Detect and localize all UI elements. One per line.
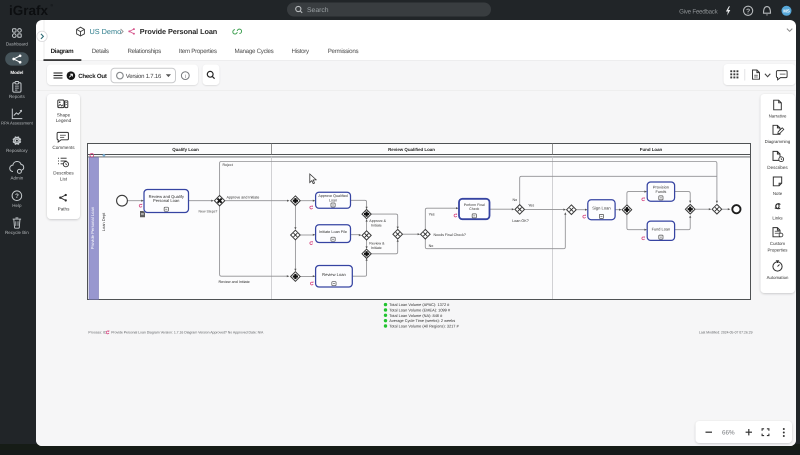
- svg-text:Review and Initiate: Review and Initiate: [219, 280, 250, 284]
- svg-text:Provide Personal Loan Diagram: Provide Personal Loan Diagram Version: 1…: [111, 331, 264, 335]
- svg-text:Last Modified: 2024-05-07 07:2: Last Modified: 2024-05-07 07:26:29: [699, 330, 753, 334]
- svg-text:Reports: Reports: [9, 94, 26, 99]
- svg-text:Total Loan Volume (NA): 846 #: Total Loan Volume (NA): 846 #: [389, 313, 443, 318]
- svg-text:Give Feedback: Give Feedback: [679, 8, 719, 15]
- svg-text:Sign Loan: Sign Loan: [592, 205, 611, 210]
- svg-text:Search: Search: [307, 7, 329, 14]
- svg-text:Approve Qualified: Approve Qualified: [318, 194, 347, 198]
- svg-text:Fund Loan: Fund Loan: [652, 226, 671, 231]
- svg-text:Links: Links: [772, 216, 783, 221]
- svg-text:Perform Final: Perform Final: [464, 203, 485, 207]
- svg-text:RPA Assessment: RPA Assessment: [1, 121, 34, 126]
- svg-text:Describes: Describes: [767, 165, 788, 170]
- svg-text:Properties: Properties: [767, 248, 788, 253]
- svg-text:Manage Cycles: Manage Cycles: [234, 48, 273, 55]
- svg-text:®: ®: [51, 4, 54, 8]
- svg-text:Qualify Loan: Qualify Loan: [172, 147, 199, 152]
- svg-text:No: No: [513, 198, 518, 202]
- svg-text:Total Loan Volume (EMEA): 1099: Total Loan Volume (EMEA): 1099 #: [389, 307, 451, 312]
- svg-text:Item Properties: Item Properties: [179, 48, 217, 55]
- svg-text:Legend: Legend: [56, 118, 72, 123]
- svg-text:Total Loan Volume (APAC): 1372: Total Loan Volume (APAC): 1372 #: [389, 302, 450, 307]
- svg-text:Narrative: Narrative: [769, 113, 787, 118]
- svg-text:New Steps?: New Steps?: [199, 209, 218, 213]
- svg-text:No: No: [429, 244, 434, 248]
- svg-text:List: List: [60, 177, 68, 182]
- svg-text:Help: Help: [12, 203, 22, 208]
- svg-text:?: ?: [746, 8, 750, 15]
- svg-text:i: i: [185, 73, 186, 80]
- svg-text:Review &: Review &: [369, 241, 385, 245]
- svg-text:Paths: Paths: [58, 206, 70, 211]
- svg-text:Personal Loan: Personal Loan: [153, 198, 180, 203]
- svg-text:Review Qualified Loan: Review Qualified Loan: [388, 147, 435, 152]
- svg-text:Initiate: Initiate: [371, 246, 382, 250]
- svg-text:Fund Loan: Fund Loan: [640, 147, 663, 152]
- svg-text:Relationships: Relationships: [127, 48, 161, 55]
- svg-text:Note: Note: [773, 191, 783, 196]
- svg-text:History: History: [292, 48, 310, 55]
- svg-text:?: ?: [15, 193, 19, 200]
- svg-text:Initiate: Initiate: [371, 223, 382, 227]
- svg-text:Average Cycle Time (weeks): 2: Average Cycle Time (weeks): 2 weeks: [389, 318, 455, 323]
- svg-text:Permissions: Permissions: [328, 48, 359, 55]
- svg-text:Version 1.7.16: Version 1.7.16: [126, 73, 162, 80]
- svg-text:Dashboard: Dashboard: [6, 41, 29, 46]
- svg-text:Approve and Initiate: Approve and Initiate: [227, 196, 260, 200]
- svg-text:Initiate Loan File: Initiate Loan File: [319, 230, 347, 234]
- svg-text:Loan Dept: Loan Dept: [101, 212, 106, 231]
- svg-text:Check Out: Check Out: [78, 73, 107, 80]
- svg-text:Total Loan Volume (All Regions: Total Loan Volume (All Regions): 3217 #: [389, 324, 459, 329]
- svg-text:Funds: Funds: [655, 189, 666, 194]
- svg-text:Custom: Custom: [770, 241, 785, 246]
- svg-text:Provide Personal Loan: Provide Personal Loan: [140, 27, 217, 36]
- svg-text:Automation: Automation: [767, 275, 789, 280]
- svg-text:Recycle Bin: Recycle Bin: [5, 230, 29, 235]
- svg-text:Reject: Reject: [223, 163, 233, 167]
- svg-text:Approve &: Approve &: [369, 219, 386, 223]
- svg-text:Yes: Yes: [429, 213, 435, 217]
- svg-text:Details: Details: [92, 48, 109, 55]
- svg-text:Review Loan: Review Loan: [322, 272, 346, 277]
- svg-text:Describes: Describes: [53, 171, 74, 176]
- svg-text:Loan: Loan: [329, 198, 337, 202]
- svg-text:Diagram: Diagram: [51, 48, 75, 55]
- svg-text:Loan OK?: Loan OK?: [512, 219, 529, 223]
- svg-text:Shape: Shape: [57, 112, 71, 117]
- svg-text:Yes: Yes: [528, 203, 534, 207]
- svg-text:Model: Model: [10, 70, 23, 75]
- svg-text:Process: ID: Process: ID: [88, 331, 107, 335]
- svg-text:Admin: Admin: [11, 176, 24, 181]
- svg-text:Check: Check: [469, 207, 479, 211]
- svg-text:Repository: Repository: [6, 148, 28, 153]
- svg-text:MS: MS: [783, 9, 790, 14]
- svg-text:Diagramming: Diagramming: [765, 139, 791, 144]
- svg-text:Comments: Comments: [52, 145, 75, 150]
- svg-text:Needs Final Check?: Needs Final Check?: [434, 233, 466, 237]
- svg-text:iGrafx: iGrafx: [9, 3, 49, 18]
- svg-text:US Demo: US Demo: [90, 27, 122, 36]
- svg-text:Provide Personal Loan: Provide Personal Loan: [90, 206, 95, 249]
- svg-text:66%: 66%: [722, 430, 735, 437]
